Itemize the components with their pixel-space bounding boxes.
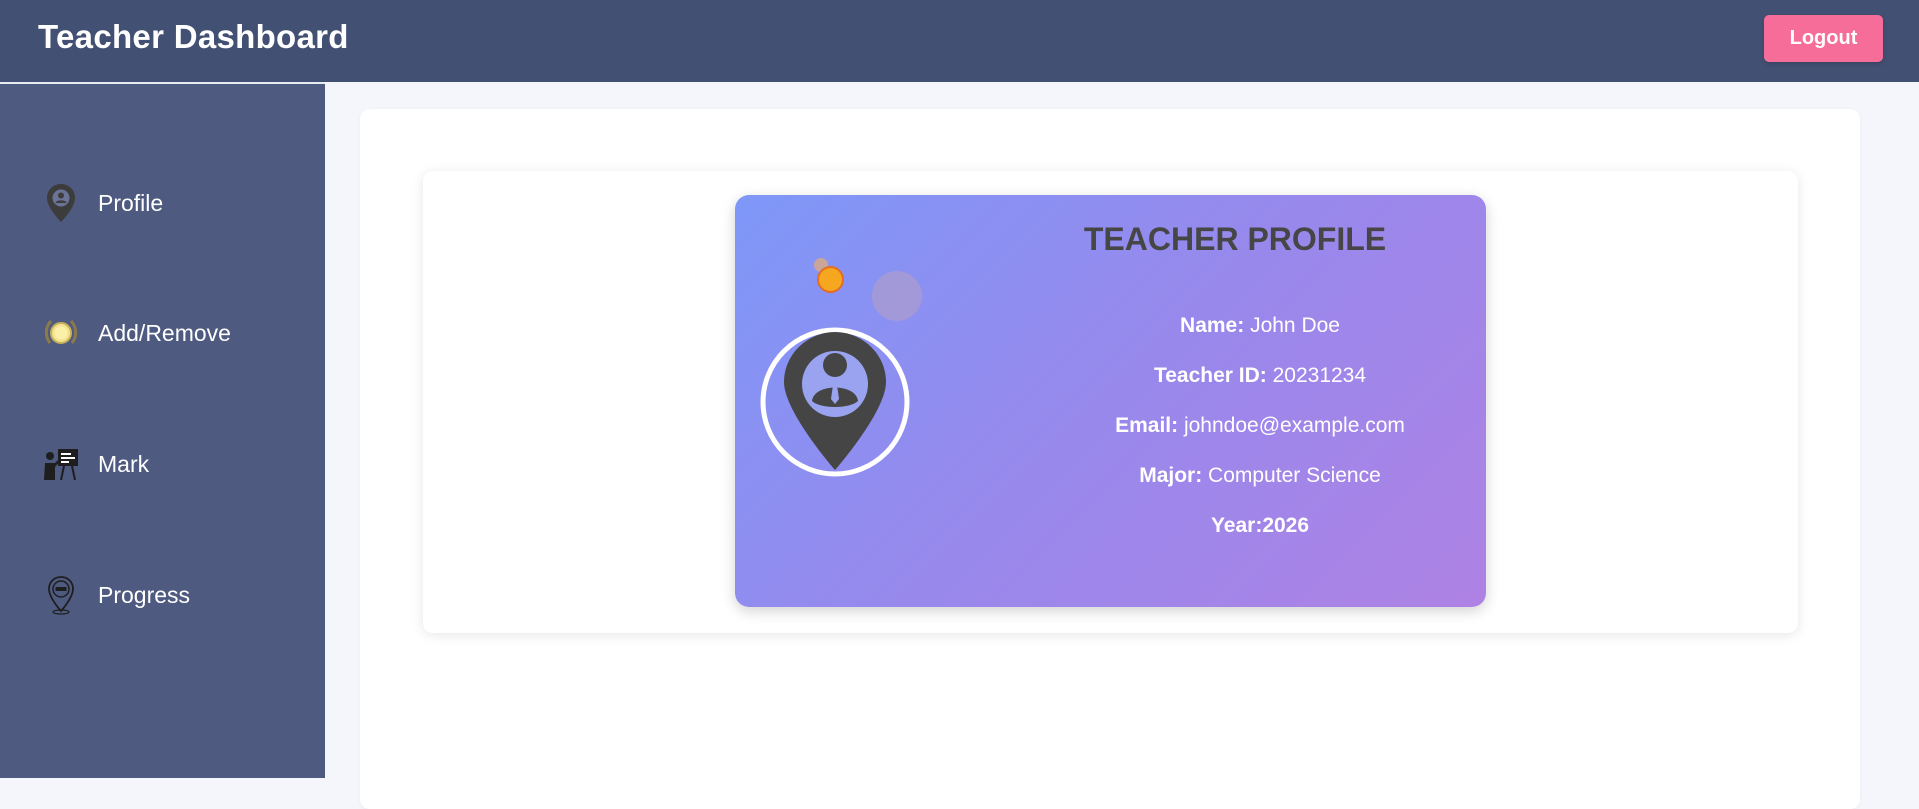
info-name: Name: John Doe — [975, 314, 1545, 338]
teacher-board-icon — [42, 444, 80, 484]
year-label: Year:2026 — [1210, 514, 1310, 537]
name-value: John Doe — [1244, 314, 1340, 337]
email-value: johndoe@example.com — [1178, 414, 1405, 437]
location-pin-icon — [42, 183, 80, 223]
sidebar-item-profile[interactable]: Profile — [42, 178, 302, 228]
sidebar: Profile Add/Remove Mark Progress — [0, 84, 325, 778]
teacher-location-icon — [760, 327, 910, 477]
teacher-id-label: Teacher ID: — [1153, 364, 1267, 387]
sidebar-item-mark[interactable]: Mark — [42, 439, 302, 489]
info-email: Email: johndoe@example.com — [975, 414, 1545, 438]
teacher-id-value: 20231234 — [1266, 364, 1367, 387]
email-label: Email: — [1115, 414, 1179, 437]
info-major: Major: Computer Science — [975, 464, 1545, 488]
logout-button[interactable]: Logout — [1764, 14, 1883, 62]
laurel-medal-icon — [42, 313, 80, 353]
sidebar-item-progress[interactable]: Progress — [42, 570, 302, 620]
info-teacher-id: Teacher ID: 20231234 — [975, 364, 1545, 388]
profile-container: TEACHER PROFILE Name: John Doe Teacher I… — [423, 171, 1798, 633]
sidebar-item-label: Progress — [98, 581, 191, 608]
sidebar-item-label: Add/Remove — [98, 319, 231, 346]
page-title: Teacher Dashboard — [38, 18, 349, 55]
name-label: Name: — [1180, 314, 1245, 337]
major-label: Major: — [1139, 464, 1203, 487]
content-panel: TEACHER PROFILE Name: John Doe Teacher I… — [360, 109, 1860, 809]
sidebar-item-add-remove[interactable]: Add/Remove — [42, 308, 302, 358]
profile-title: TEACHER PROFILE — [1083, 221, 1387, 257]
teacher-avatar — [760, 327, 910, 477]
sidebar-item-label: Profile — [98, 189, 164, 216]
decorative-bubble — [872, 271, 922, 321]
major-value: Computer Science — [1202, 464, 1381, 487]
decorative-bubble — [817, 266, 844, 293]
job-pin-icon — [42, 575, 80, 615]
top-header: Teacher Dashboard Logout — [0, 0, 1919, 82]
sidebar-item-label: Mark — [98, 450, 150, 477]
info-year: Year:2026 — [975, 514, 1545, 538]
teacher-profile-card: TEACHER PROFILE Name: John Doe Teacher I… — [735, 195, 1486, 607]
